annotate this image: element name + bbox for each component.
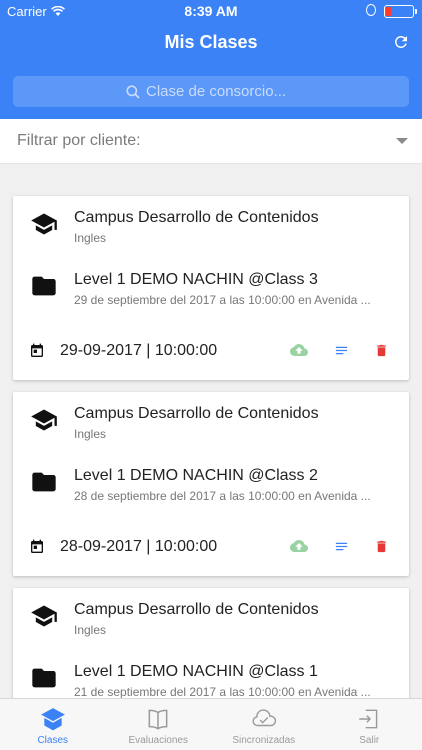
folder-icon bbox=[32, 472, 56, 492]
filter-label: Filtrar por cliente: bbox=[17, 132, 141, 149]
subject-name: Ingles bbox=[74, 231, 107, 245]
upload-button[interactable] bbox=[289, 341, 309, 359]
class-name: Level 1 DEMO NACHIN @Class 2 bbox=[74, 467, 318, 484]
class-datetime: 28-09-2017 | 10:00:00 bbox=[60, 538, 218, 555]
client-filter-dropdown[interactable]: Filtrar por cliente: bbox=[0, 119, 422, 164]
school-icon bbox=[40, 708, 65, 731]
graduation-cap-icon bbox=[31, 605, 57, 627]
upload-button[interactable] bbox=[289, 537, 309, 555]
class-datetime: 29-09-2017 | 10:00:00 bbox=[60, 342, 218, 359]
graduation-cap-icon bbox=[31, 409, 57, 431]
delete-button[interactable] bbox=[371, 341, 391, 359]
folder-icon bbox=[32, 668, 56, 688]
orientation-lock-icon bbox=[366, 4, 376, 16]
cloud-upload-icon bbox=[290, 540, 308, 552]
search-bar[interactable] bbox=[13, 76, 409, 107]
battery-level bbox=[386, 7, 391, 16]
cloud-upload-icon bbox=[290, 344, 308, 356]
refresh-icon bbox=[395, 36, 407, 48]
calendar-icon bbox=[31, 539, 43, 553]
details-button[interactable] bbox=[331, 537, 351, 555]
graduation-cap-icon bbox=[31, 213, 57, 235]
delete-button[interactable] bbox=[371, 537, 391, 555]
page-title: Mis Clases bbox=[164, 32, 258, 52]
class-card[interactable]: Campus Desarrollo de Contenidos Ingles L… bbox=[13, 196, 409, 380]
campus-name: Campus Desarrollo de Contenidos bbox=[74, 405, 319, 422]
status-bar: Carrier 8:39 AM bbox=[0, 0, 422, 22]
campus-name: Campus Desarrollo de Contenidos bbox=[74, 601, 319, 618]
tab-label: Evaluaciones bbox=[128, 735, 188, 746]
notes-icon bbox=[335, 346, 347, 354]
tab-salir[interactable]: Salir bbox=[317, 699, 422, 750]
battery-icon bbox=[384, 5, 417, 18]
search-input[interactable] bbox=[146, 83, 296, 100]
class-name: Level 1 DEMO NACHIN @Class 3 bbox=[74, 271, 318, 288]
tab-label: Salir bbox=[359, 735, 380, 746]
class-card[interactable]: Campus Desarrollo de Contenidos Ingles L… bbox=[13, 588, 409, 698]
book-icon bbox=[148, 709, 168, 730]
subject-name: Ingles bbox=[74, 427, 107, 441]
search-icon bbox=[126, 84, 140, 99]
class-details: 29 de septiembre del 2017 a las 10:00:00… bbox=[74, 293, 371, 307]
subject-name: Ingles bbox=[74, 623, 107, 637]
tab-evaluaciones[interactable]: Evaluaciones bbox=[106, 699, 212, 750]
class-name: Level 1 DEMO NACHIN @Class 1 bbox=[74, 663, 318, 680]
tab-label: Sincronizadas bbox=[232, 735, 296, 746]
class-card[interactable]: Campus Desarrollo de Contenidos Ingles L… bbox=[13, 392, 409, 576]
class-details: 28 de septiembre del 2017 a las 10:00:00… bbox=[74, 489, 371, 503]
tab-clases[interactable]: Clases bbox=[0, 699, 106, 750]
tab-label: Clases bbox=[37, 735, 69, 746]
notes-icon bbox=[335, 542, 347, 550]
calendar-icon bbox=[31, 343, 43, 357]
tab-bar: Clases Evaluaciones Sincronizadas Salir bbox=[0, 698, 422, 750]
trash-icon bbox=[376, 540, 386, 552]
class-list[interactable]: Campus Desarrollo de Contenidos Ingles L… bbox=[0, 164, 422, 698]
cloud-done-icon bbox=[252, 709, 276, 727]
refresh-button[interactable] bbox=[390, 31, 412, 53]
campus-name: Campus Desarrollo de Contenidos bbox=[74, 209, 319, 226]
status-time: 8:39 AM bbox=[184, 3, 238, 19]
class-details: 21 de septiembre del 2017 a las 10:00:00… bbox=[74, 685, 371, 698]
exit-icon bbox=[359, 709, 378, 729]
trash-icon bbox=[376, 344, 386, 356]
folder-icon bbox=[32, 276, 56, 296]
tab-sincronizadas[interactable]: Sincronizadas bbox=[211, 699, 317, 750]
dropdown-arrow-icon bbox=[396, 138, 408, 144]
details-button[interactable] bbox=[331, 341, 351, 359]
app-header: Carrier 8:39 AM Mis Clases bbox=[0, 0, 422, 119]
